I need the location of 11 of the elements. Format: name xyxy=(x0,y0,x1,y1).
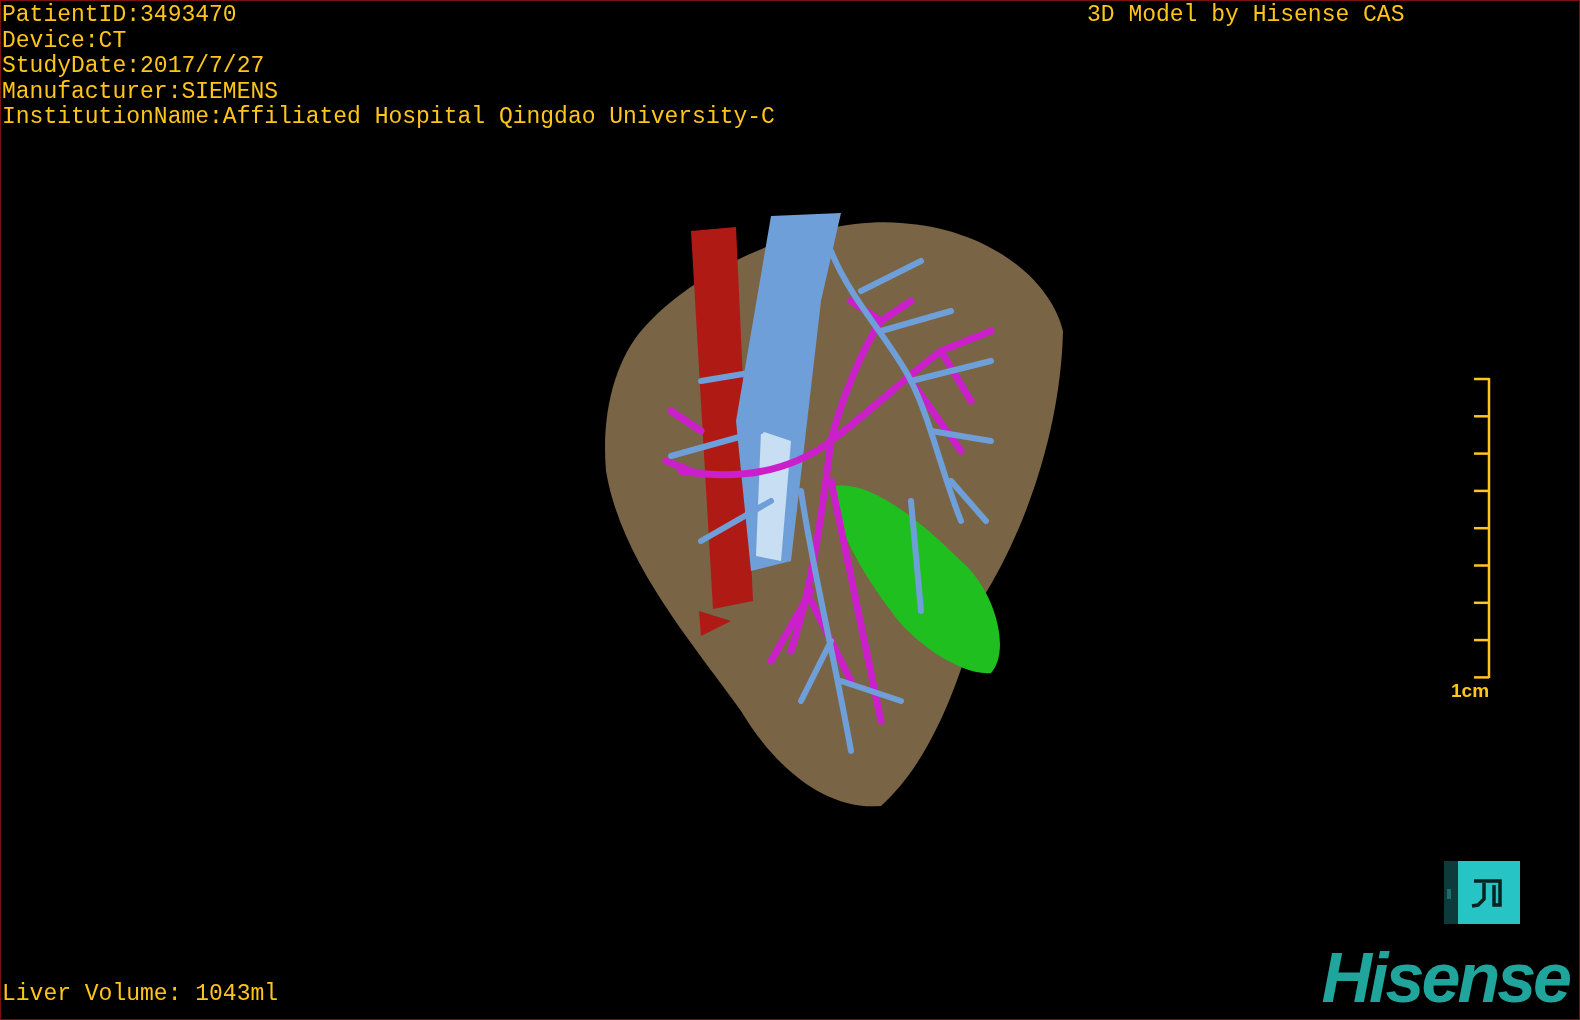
liver-volume-text: Liver Volume: 1043ml xyxy=(2,982,279,1007)
info-text: Manufacturer:SIEMENS xyxy=(2,79,280,105)
app-icon[interactable] xyxy=(1444,861,1520,924)
info-text: Device:CT xyxy=(2,28,128,54)
header-title: 3D Model by Hisense CAS xyxy=(1087,3,1405,28)
scale-label: 1cm xyxy=(1451,681,1490,701)
info-text: StudyDate:2017/7/27 xyxy=(2,54,266,80)
info-text: InstitutionName:Affiliated Hospital Qingdao University-C xyxy=(2,105,775,131)
logo-text: Hisense xyxy=(1321,943,1571,1013)
info-text: PatientID:3493470 xyxy=(2,3,238,29)
scale-bar-icon xyxy=(1473,377,1492,681)
